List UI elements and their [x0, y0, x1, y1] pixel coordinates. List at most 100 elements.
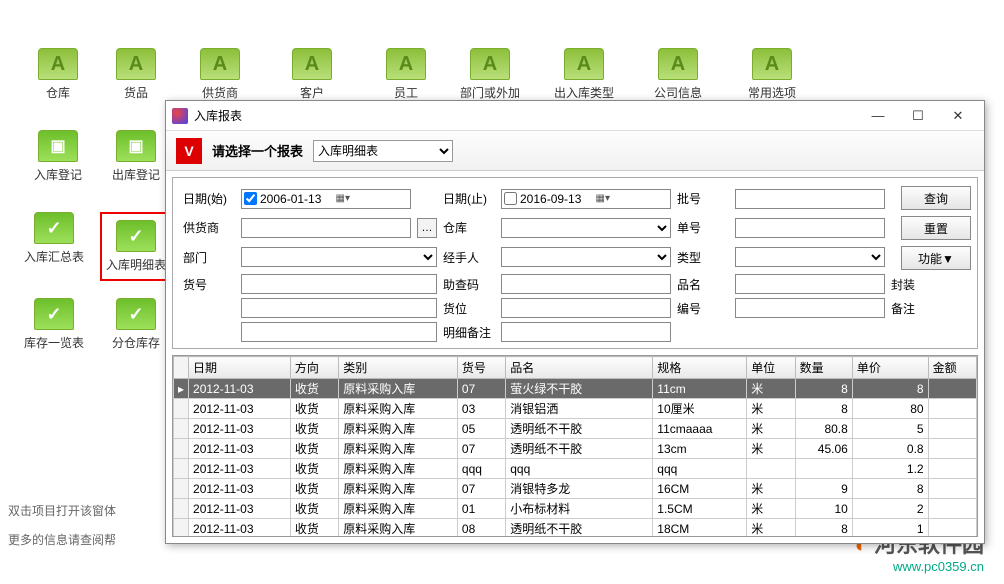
desktop-icon-staff[interactable]: 员工 — [370, 48, 442, 101]
detail-remark-input[interactable] — [501, 322, 671, 342]
select-report-label: 请选择一个报表 — [212, 141, 303, 160]
col-header[interactable]: 日期 — [189, 357, 291, 379]
col-header[interactable]: 规格 — [653, 357, 747, 379]
desktop-icon-goods[interactable]: 货品 — [100, 48, 172, 101]
col-header[interactable]: 数量 — [795, 357, 852, 379]
col-header[interactable]: 单位 — [747, 357, 795, 379]
folder-icon — [470, 48, 510, 80]
reset-button[interactable]: 重置 — [901, 216, 971, 240]
icon-label: 常用选项 — [736, 84, 808, 101]
pack-input[interactable] — [241, 298, 437, 318]
maximize-button[interactable]: ☐ — [898, 102, 938, 130]
report-select[interactable]: 入库明细表 — [313, 140, 453, 162]
col-header[interactable]: 货号 — [457, 357, 505, 379]
desktop-icon-out-reg[interactable]: 出库登记 — [100, 130, 172, 183]
desktop-icon-dept[interactable]: 部门或外加 — [454, 48, 526, 101]
desktop-icon-options[interactable]: 常用选项 — [736, 48, 808, 101]
titlebar[interactable]: 入库报表 — ☐ ✕ — [166, 101, 984, 131]
icon-label: 仓库 — [22, 84, 94, 101]
table-row[interactable]: 2012-11-03收货原料采购入库08透明纸不干胶18CM米81 — [174, 519, 977, 538]
desktop-icon-warehouse[interactable]: 仓库 — [22, 48, 94, 101]
table-row[interactable]: 2012-11-03收货原料采购入库03消银铝洒10厘米米880 — [174, 399, 977, 419]
remark-input[interactable] — [241, 322, 437, 342]
icon-label: 客户 — [276, 84, 348, 101]
desktop-icon-inout-type[interactable]: 出入库类型 — [548, 48, 620, 101]
col-header[interactable]: 金额 — [928, 357, 976, 379]
type-label: 类型 — [677, 249, 729, 266]
icon-label: 入库登记 — [22, 166, 94, 183]
loc-input[interactable] — [501, 298, 671, 318]
filter-panel: 日期(始) 2006-01-13▦▾ 日期(止) 2016-09-13▦▾ 批号… — [172, 177, 978, 349]
hint-2: 更多的信息请查阅帮 — [8, 531, 116, 548]
col-header[interactable]: 品名 — [506, 357, 653, 379]
dept-label: 部门 — [183, 249, 235, 266]
folder-icon — [200, 48, 240, 80]
table-row[interactable]: 2012-11-03收货原料采购入库01小布标材料1.5CM米102 — [174, 499, 977, 519]
itemno-input[interactable] — [241, 274, 437, 294]
query-button[interactable]: 查询 — [901, 186, 971, 210]
folder-icon — [116, 220, 156, 252]
table-row[interactable]: 2012-11-03收货原料采购入库05透明纸不干胶11cmaaaa米80.85 — [174, 419, 977, 439]
desktop-icon-company[interactable]: 公司信息 — [642, 48, 714, 101]
mnemonic-input[interactable] — [501, 274, 671, 294]
desktop-icon-branch-stock[interactable]: 分仓库存 — [100, 298, 172, 351]
date-from-input[interactable]: 2006-01-13▦▾ — [241, 189, 411, 209]
folder-icon — [658, 48, 698, 80]
handler-select[interactable] — [501, 247, 671, 267]
date-to-input[interactable]: 2016-09-13▦▾ — [501, 189, 671, 209]
order-label: 单号 — [677, 219, 729, 236]
folder-icon — [386, 48, 426, 80]
desktop-icon-customer[interactable]: 客户 — [276, 48, 348, 101]
icon-label: 入库汇总表 — [18, 248, 90, 265]
calendar-icon[interactable]: ▦▾ — [596, 193, 669, 204]
desktop-icon-in-reg[interactable]: 入库登记 — [22, 130, 94, 183]
code-input[interactable] — [735, 298, 885, 318]
table-row[interactable]: 2012-11-03收货原料采购入库07透明纸不干胶13cm米45.060.8 — [174, 439, 977, 459]
calendar-icon[interactable]: ▦▾ — [336, 193, 409, 204]
table-row[interactable]: ▸2012-11-03收货原料采购入库07萤火绿不干胶11cm米88 — [174, 379, 977, 399]
icon-label: 库存一览表 — [18, 334, 90, 351]
type-select[interactable] — [735, 247, 885, 267]
minimize-button[interactable]: — — [858, 102, 898, 130]
name-input[interactable] — [735, 274, 885, 294]
date-from-check[interactable] — [244, 192, 257, 205]
desktop-icon-stock-list[interactable]: 库存一览表 — [18, 298, 90, 351]
report-header: V 请选择一个报表 入库明细表 — [166, 131, 984, 171]
batch-input[interactable] — [735, 189, 885, 209]
col-header[interactable]: 单价 — [852, 357, 928, 379]
col-header[interactable]: 类别 — [339, 357, 458, 379]
itemno-label: 货号 — [183, 276, 235, 293]
name-label: 品名 — [677, 276, 729, 293]
icon-label: 公司信息 — [642, 84, 714, 101]
warehouse-select[interactable] — [501, 218, 671, 238]
desktop-icon-supplier[interactable]: 供货商 — [184, 48, 256, 101]
folder-icon — [292, 48, 332, 80]
supplier-input[interactable] — [241, 218, 411, 238]
desktop-icon-in-summary[interactable]: 入库汇总表 — [18, 212, 90, 265]
desktop-icon-in-detail[interactable]: 入库明细表 — [100, 212, 172, 281]
hint-1: 双击项目打开该窗体 — [8, 502, 116, 519]
folder-icon — [564, 48, 604, 80]
icon-label: 出入库类型 — [548, 84, 620, 101]
dept-select[interactable] — [241, 247, 437, 267]
function-button[interactable]: 功能▼ — [901, 246, 971, 270]
order-input[interactable] — [735, 218, 885, 238]
remark-label: 备注 — [891, 300, 971, 317]
folder-icon — [752, 48, 792, 80]
close-button[interactable]: ✕ — [938, 102, 978, 130]
folder-icon — [116, 48, 156, 80]
app-icon — [172, 108, 188, 124]
pack-label: 封装 — [891, 276, 971, 293]
handler-label: 经手人 — [443, 249, 495, 266]
window-title: 入库报表 — [194, 107, 858, 124]
folder-icon — [116, 130, 156, 162]
folder-icon — [34, 298, 74, 330]
icon-label: 出库登记 — [100, 166, 172, 183]
mnemonic-label: 助查码 — [443, 276, 495, 293]
data-grid[interactable]: 日期方向类别货号品名规格单位数量单价金额 ▸2012-11-03收货原料采购入库… — [172, 355, 978, 537]
date-to-check[interactable] — [504, 192, 517, 205]
supplier-picker[interactable]: … — [417, 218, 437, 238]
col-header[interactable]: 方向 — [290, 357, 338, 379]
table-row[interactable]: 2012-11-03收货原料采购入库07消银特多龙16CM米98 — [174, 479, 977, 499]
table-row[interactable]: 2012-11-03收货原料采购入库qqqqqqqqq1.2 — [174, 459, 977, 479]
